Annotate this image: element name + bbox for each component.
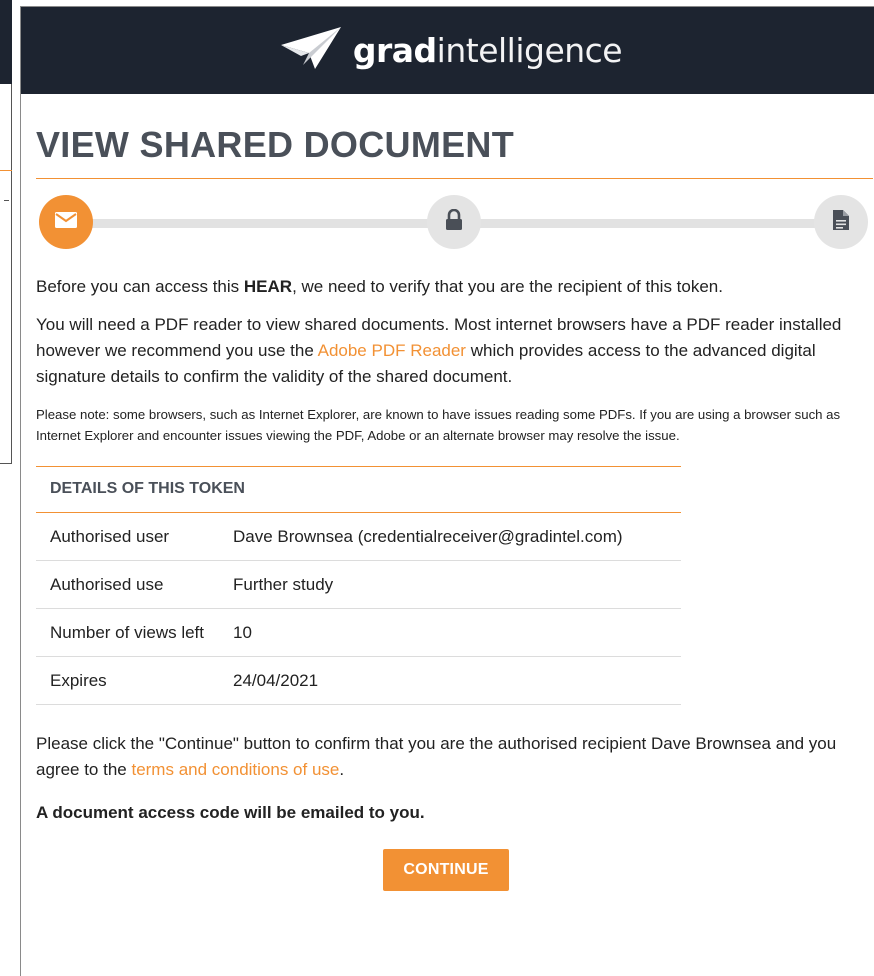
step-view-document <box>814 195 868 249</box>
token-details-heading: DETAILS OF THIS TOKEN <box>36 466 681 513</box>
detail-value: 24/04/2021 <box>233 656 681 705</box>
continue-button-container: CONTINUE <box>36 849 856 891</box>
detail-key: Authorised use <box>36 560 233 609</box>
background-window-mark <box>4 200 9 201</box>
email-notice: A document access code will be emailed t… <box>36 803 425 822</box>
confirm-text: Please click the "Continue" button to co… <box>36 731 865 783</box>
detail-key: Expires <box>36 656 233 705</box>
pdf-reader-text: You will need a PDF reader to view share… <box>36 312 865 390</box>
page-content: VIEW SHARED DOCUMENT Before you can acce… <box>21 124 874 891</box>
intro-text-end: , we need to verify that you are the rec… <box>292 277 723 296</box>
lock-icon <box>444 208 464 236</box>
token-details-table: DETAILS OF THIS TOKEN Authorised user Da… <box>36 466 681 705</box>
detail-key: Authorised user <box>36 512 233 561</box>
paper-plane-logo-icon <box>279 25 343 76</box>
title-divider <box>36 178 873 179</box>
detail-value: Further study <box>233 560 681 609</box>
step-access-code <box>427 195 481 249</box>
brand-wordmark-bold: grad <box>352 31 437 70</box>
document-icon <box>832 209 850 236</box>
envelope-icon <box>54 211 78 234</box>
brand-wordmark: gradintelligence <box>352 31 623 70</box>
table-row: Authorised use Further study <box>36 560 681 609</box>
brand-wordmark-light: intelligence <box>436 31 623 70</box>
detail-value: 10 <box>233 608 681 657</box>
adobe-pdf-reader-link[interactable]: Adobe PDF Reader <box>318 341 466 360</box>
page-title: VIEW SHARED DOCUMENT <box>36 124 515 165</box>
table-row: Number of views left 10 <box>36 608 681 657</box>
document-type-label: HEAR <box>243 277 293 296</box>
brand-logo[interactable]: gradintelligence <box>279 25 623 76</box>
continue-button[interactable]: CONTINUE <box>383 849 509 891</box>
table-row: Expires 24/04/2021 <box>36 656 681 705</box>
main-window: gradintelligence VIEW SHARED DOCUMENT Be… <box>20 6 874 976</box>
verify-intro-text: Before you can access this HEAR, we need… <box>36 274 865 300</box>
step-verify-email <box>39 195 93 249</box>
detail-key: Number of views left <box>36 608 233 657</box>
table-header-row: DETAILS OF THIS TOKEN <box>36 466 681 513</box>
progress-stepper <box>36 195 873 257</box>
background-window-frame <box>0 84 12 464</box>
background-window <box>0 0 14 976</box>
background-window-rule <box>0 170 12 171</box>
table-row: Authorised user Dave Brownsea (credentia… <box>36 512 681 561</box>
detail-value: Dave Brownsea (credentialreceiver@gradin… <box>233 512 681 561</box>
browser-note: Please note: some browsers, such as Inte… <box>36 407 841 443</box>
intro-text-start: Before you can access this <box>36 277 244 296</box>
site-header: gradintelligence <box>21 7 874 94</box>
terms-and-conditions-link[interactable]: terms and conditions of use <box>131 760 339 779</box>
background-window-header <box>0 0 12 84</box>
confirm-text-end: . <box>339 760 345 779</box>
